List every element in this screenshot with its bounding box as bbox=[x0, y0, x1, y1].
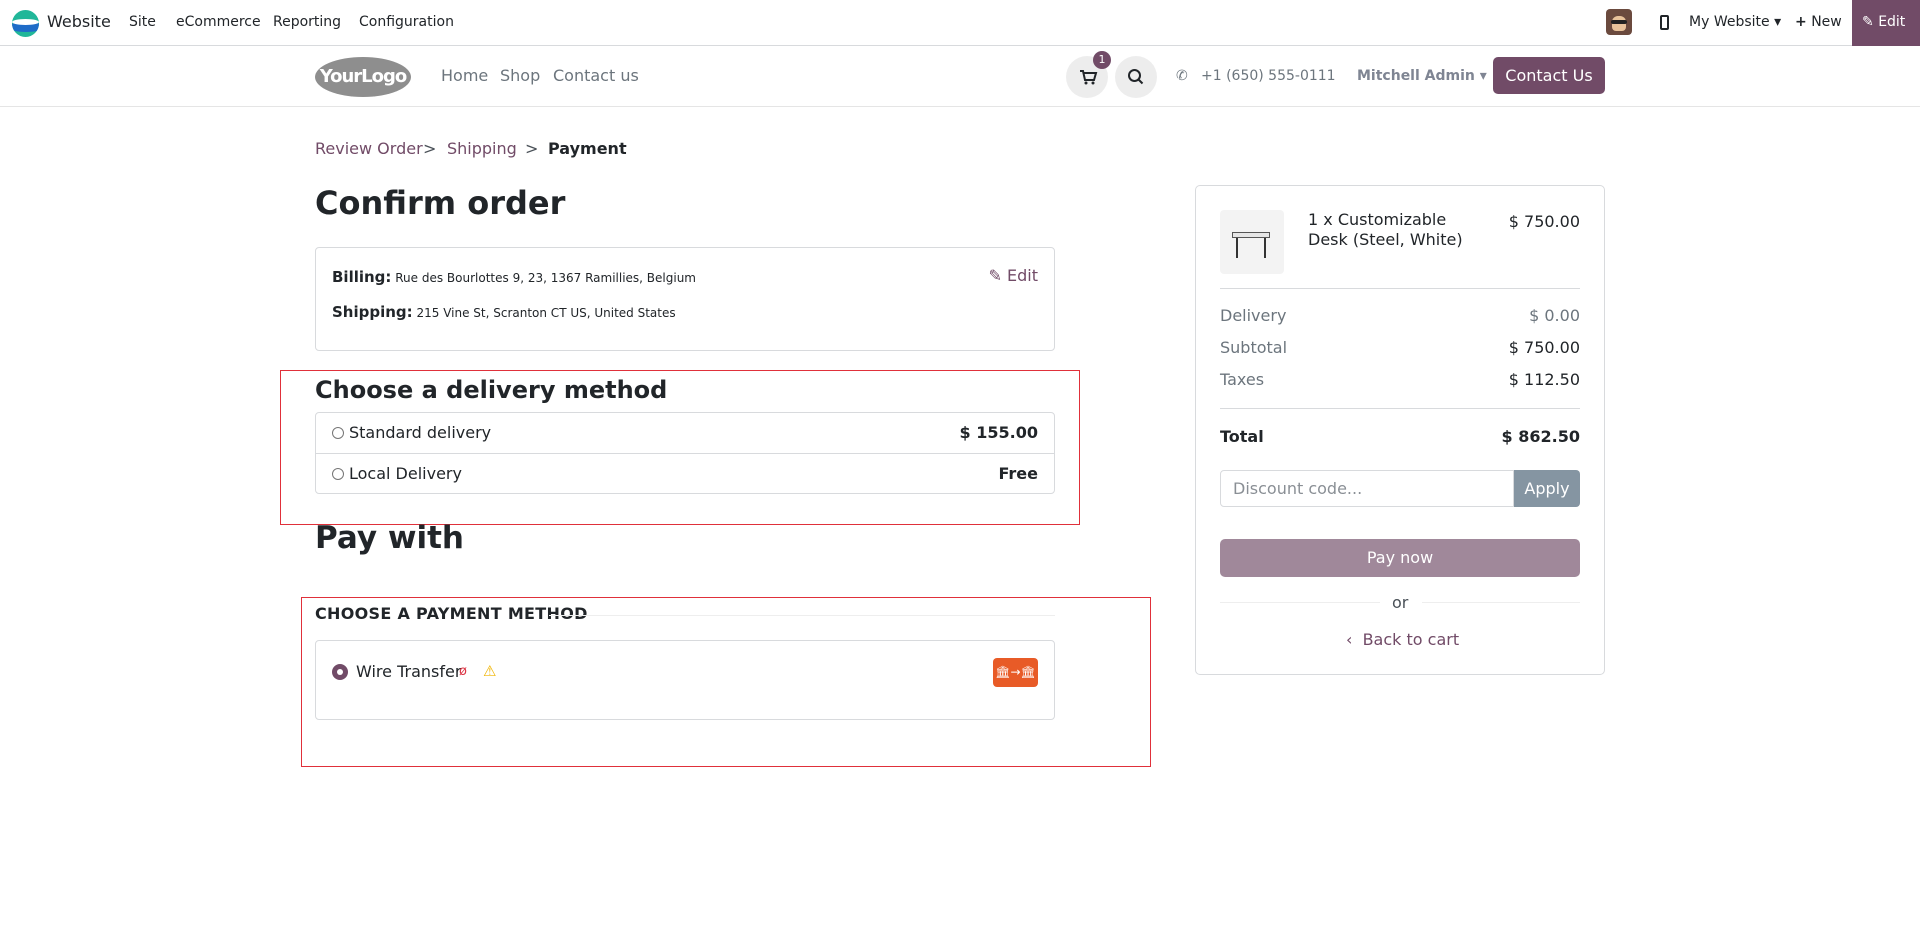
apply-discount-button[interactable]: Apply bbox=[1514, 470, 1580, 507]
billing-value: Rue des Bourlottes 9, 23, 1367 Ramillies… bbox=[395, 271, 696, 285]
new-button[interactable]: + New bbox=[1795, 14, 1842, 30]
delivery-radio[interactable] bbox=[332, 468, 344, 480]
billing-address: Billing: Rue des Bourlottes 9, 23, 1367 … bbox=[332, 268, 696, 286]
or-separator: or bbox=[1392, 593, 1409, 612]
product-name[interactable]: 1 x Customizable Desk (Steel, White) bbox=[1308, 210, 1488, 250]
payment-method-heading: CHOOSE A PAYMENT METHOD bbox=[315, 604, 588, 623]
billing-label: Billing: bbox=[332, 268, 392, 286]
breadcrumb-payment: Payment bbox=[548, 139, 627, 158]
delivery-label: Standard delivery bbox=[349, 423, 492, 442]
pay-now-button[interactable]: Pay now bbox=[1220, 539, 1580, 577]
phone-icon: ✆ bbox=[1176, 68, 1188, 84]
plus-icon: + bbox=[1795, 14, 1807, 30]
phone-number[interactable]: +1 (650) 555-0111 bbox=[1201, 68, 1336, 84]
delivery-title: Choose a delivery method bbox=[315, 376, 668, 404]
delivery-option-standard[interactable]: Standard delivery $ 155.00 bbox=[316, 413, 1054, 453]
divider bbox=[1220, 288, 1580, 289]
delivery-label: Local Delivery bbox=[349, 464, 462, 483]
search-button[interactable] bbox=[1115, 56, 1157, 98]
caret-down-icon: ▾ bbox=[1479, 68, 1487, 84]
website-selector[interactable]: My Website ▾ bbox=[1689, 14, 1781, 30]
payment-option-wire-transfer[interactable]: Wire Transfer ø ⚠ 🏛→🏛 bbox=[315, 640, 1055, 720]
new-button-label: New bbox=[1811, 14, 1842, 30]
mobile-preview-icon[interactable] bbox=[1660, 15, 1669, 30]
site-header: YourLogo Home Shop Contact us 1 ✆ +1 (65… bbox=[0, 47, 1920, 107]
pencil-icon: ✎ bbox=[988, 266, 1002, 285]
contact-us-button[interactable]: Contact Us bbox=[1493, 57, 1605, 94]
divider bbox=[1220, 408, 1580, 409]
user-menu[interactable]: Mitchell Admin ▾ bbox=[1357, 68, 1487, 84]
menu-ecommerce[interactable]: eCommerce bbox=[176, 14, 261, 30]
divider bbox=[1220, 602, 1380, 603]
admin-navbar: Website Site eCommerce Reporting Configu… bbox=[0, 0, 1920, 46]
total-amount: $ 862.50 bbox=[1501, 427, 1580, 446]
nav-home[interactable]: Home bbox=[441, 66, 488, 85]
breadcrumb-separator: > bbox=[525, 139, 539, 158]
pay-with-title: Pay with bbox=[315, 520, 465, 556]
menu-reporting[interactable]: Reporting bbox=[273, 14, 341, 30]
website-selector-label: My Website bbox=[1689, 14, 1770, 30]
chevron-left-icon: ‹ bbox=[1346, 630, 1353, 649]
order-summary: 1 x Customizable Desk (Steel, White) $ 7… bbox=[1195, 185, 1605, 675]
delivery-amount: $ 0.00 bbox=[1529, 306, 1580, 325]
user-avatar[interactable] bbox=[1606, 9, 1632, 35]
delivery-price: $ 155.00 bbox=[959, 423, 1038, 442]
website-app-icon[interactable] bbox=[12, 10, 39, 37]
site-logo[interactable]: YourLogo bbox=[315, 57, 411, 97]
caret-down-icon: ▾ bbox=[1774, 14, 1782, 30]
subtotal-label: Subtotal bbox=[1220, 338, 1288, 357]
shipping-label: Shipping: bbox=[332, 303, 413, 321]
back-to-cart-label: Back to cart bbox=[1362, 630, 1460, 649]
nav-shop[interactable]: Shop bbox=[500, 66, 540, 85]
discount-code-input[interactable] bbox=[1220, 470, 1514, 507]
warning-icon: ⚠ bbox=[483, 662, 497, 680]
app-name[interactable]: Website bbox=[47, 12, 111, 31]
payment-method-label: Wire Transfer bbox=[356, 662, 462, 681]
user-name: Mitchell Admin bbox=[1357, 68, 1475, 84]
cart-count-badge: 1 bbox=[1093, 51, 1111, 69]
edit-button-label: Edit bbox=[1878, 14, 1906, 30]
payment-radio[interactable] bbox=[332, 664, 348, 680]
breadcrumb-review-order[interactable]: Review Order bbox=[315, 139, 423, 158]
eye-slash-icon: ø bbox=[459, 664, 467, 679]
nav-contact[interactable]: Contact us bbox=[553, 66, 639, 85]
subtotal-amount: $ 750.00 bbox=[1508, 338, 1580, 357]
edit-address-label: Edit bbox=[1007, 266, 1038, 285]
taxes-label: Taxes bbox=[1220, 370, 1265, 389]
divider bbox=[1422, 602, 1580, 603]
edit-address-link[interactable]: ✎ Edit bbox=[989, 266, 1038, 285]
menu-site[interactable]: Site bbox=[129, 14, 156, 30]
bank-transfer-icon: 🏛→🏛 bbox=[993, 658, 1038, 687]
delivery-option-local[interactable]: Local Delivery Free bbox=[316, 453, 1054, 493]
product-thumbnail bbox=[1220, 210, 1284, 274]
delivery-label: Delivery bbox=[1220, 306, 1287, 325]
page-title: Confirm order bbox=[315, 184, 566, 222]
menu-configuration[interactable]: Configuration bbox=[359, 14, 454, 30]
pencil-icon: ✎ bbox=[1862, 14, 1874, 30]
shipping-address: Shipping: 215 Vine St, Scranton CT US, U… bbox=[332, 303, 676, 321]
breadcrumb-separator: > bbox=[423, 139, 437, 158]
total-label: Total bbox=[1220, 427, 1264, 446]
delivery-price: Free bbox=[998, 464, 1039, 483]
delivery-methods: Standard delivery $ 155.00 Local Deliver… bbox=[315, 412, 1055, 494]
divider bbox=[549, 615, 1055, 616]
search-icon bbox=[1128, 69, 1144, 85]
shipping-value: 215 Vine St, Scranton CT US, United Stat… bbox=[416, 306, 676, 320]
product-price: $ 750.00 bbox=[1508, 212, 1580, 231]
taxes-amount: $ 112.50 bbox=[1508, 370, 1580, 389]
address-card: Billing: Rue des Bourlottes 9, 23, 1367 … bbox=[315, 247, 1055, 351]
back-to-cart-link[interactable]: ‹ Back to cart bbox=[1346, 630, 1459, 649]
delivery-radio[interactable] bbox=[332, 427, 344, 439]
edit-button[interactable]: ✎ Edit bbox=[1852, 0, 1920, 46]
breadcrumb-shipping[interactable]: Shipping bbox=[447, 139, 517, 158]
